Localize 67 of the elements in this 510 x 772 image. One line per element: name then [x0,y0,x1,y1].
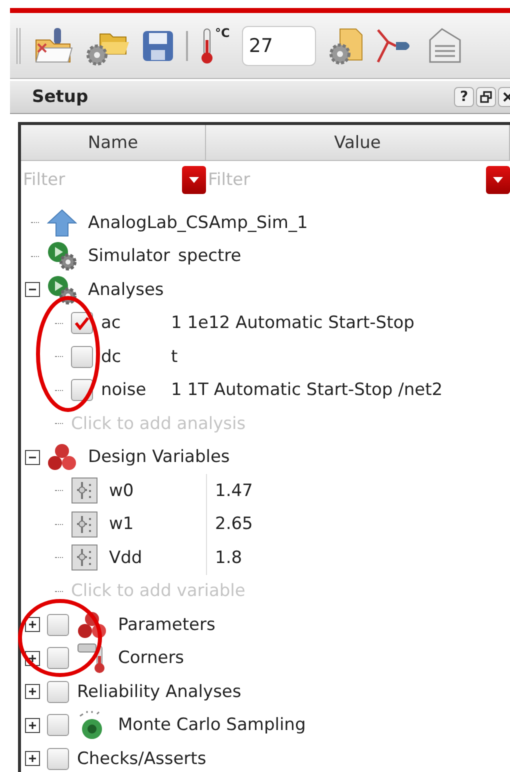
filter-dropdown-button[interactable] [486,166,510,194]
tree-item-label: Design Variables [88,447,230,468]
tree-item-label: AnalogLab_CSAmp_Sim_1 [88,212,308,233]
checkbox[interactable] [47,614,69,636]
cubes-icon [77,610,107,640]
variable-value: 2.65 [206,508,253,541]
arrow-up-icon [47,208,77,237]
plus-icon [28,620,36,630]
checkbox[interactable] [71,346,93,368]
document-gear-icon[interactable] [328,26,364,66]
checkbox[interactable] [47,680,69,703]
toolbar-grip-icon [16,28,22,64]
restore-button[interactable] [476,87,496,107]
tree-item-label: Monte Carlo Sampling [118,715,306,736]
slider-icon [71,477,98,504]
panel-title: Setup [32,87,88,107]
thermometer-icon [77,642,107,674]
collapse-button[interactable] [24,450,40,465]
slider-icon [71,510,98,538]
tree-item-value: t [171,346,178,367]
checkbox[interactable] [47,748,69,770]
checkbox[interactable] [47,647,69,670]
variable-value: 1.47 [206,474,253,508]
variable-value: 1.8 [206,541,242,574]
column-header[interactable]: Value [206,125,510,160]
tree-item-value: 1 1e12 Automatic Start-Stop [171,313,414,334]
checkbox[interactable] [47,714,69,736]
tree-item-label: Reliability Analyses [77,682,242,702]
help-button[interactable]: ? [454,87,474,107]
tree-item-label: noise [101,380,148,400]
tree-item-label: Parameters [118,614,216,635]
collapse-button[interactable] [24,282,40,298]
caret-down-icon [492,176,504,184]
expand-button[interactable] [24,617,40,632]
plus-icon [28,654,36,663]
plus-icon [28,754,36,764]
tree-item-label: Simulator [88,246,170,266]
tree-item-label: Corners [118,648,184,668]
expand-button[interactable] [24,718,40,733]
tree-item-label: ac [101,313,122,334]
play-gear-icon [47,274,77,305]
tree-item-value: 1 1T Automatic Start-Stop /net2 [171,380,443,400]
tree-item-label: dc [101,346,122,367]
expand-button[interactable] [24,684,40,700]
tree-item-value: spectre [178,246,242,266]
thermometer-icon [200,28,214,64]
caret-down-icon [188,176,200,184]
tree-item-label: w1 [109,514,134,534]
expand-button[interactable] [24,751,40,766]
new-folder-icon[interactable] [34,26,74,66]
cubes-icon [47,442,77,472]
temperature-field[interactable]: 27 [242,26,316,66]
plus-icon [28,720,36,730]
checkmark-icon [74,316,90,330]
restore-icon [480,91,492,103]
plus-icon [28,687,36,696]
temperature-unit: °C [215,26,230,40]
tree-item-label: Checks/Asserts [77,748,206,769]
checkbox[interactable] [71,312,93,334]
column-header[interactable]: Name [21,125,206,160]
tree-item-label: Vdd [109,548,142,568]
slider-icon [71,544,98,572]
save-icon[interactable] [142,30,174,62]
tree-item-label: w0 [109,480,134,501]
play-gear-icon [47,241,77,272]
tree-item-label: Analyses [88,280,164,300]
filter-dropdown-button[interactable] [182,166,206,194]
